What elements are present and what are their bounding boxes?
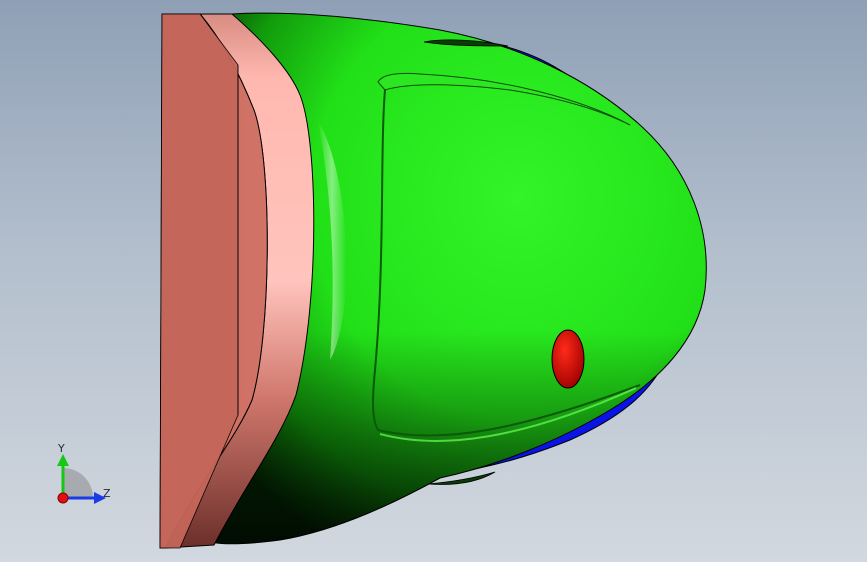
cad-graphics-area[interactable]: Y Z <box>0 0 867 562</box>
triad-z-label: Z <box>103 487 111 500</box>
x-axis-dot-icon <box>57 492 69 504</box>
triad-quadrant <box>63 468 93 498</box>
indicator-light <box>551 329 585 389</box>
triad-y-label: Y <box>58 442 65 455</box>
y-axis-arrowhead <box>57 454 69 466</box>
